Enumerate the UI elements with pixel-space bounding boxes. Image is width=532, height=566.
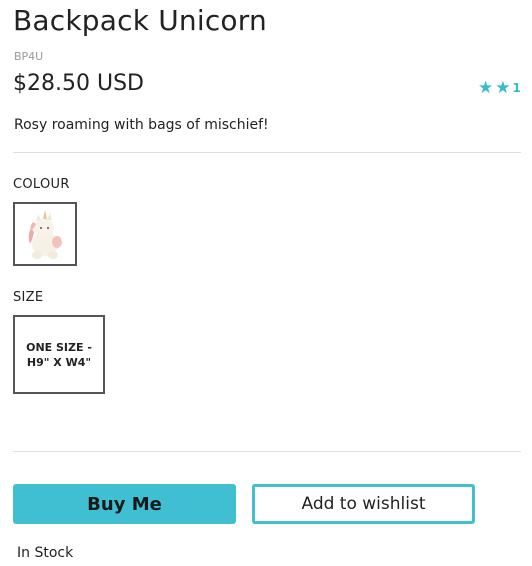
size-label: SIZE	[13, 290, 44, 305]
star-icon: ★	[495, 78, 511, 98]
colour-label: COLOUR	[13, 177, 70, 192]
product-price: $28.50 USD	[13, 71, 144, 96]
divider	[13, 152, 521, 153]
unicorn-plush-icon	[28, 210, 62, 259]
product-rating[interactable]: ★ ★ 1	[478, 78, 521, 98]
size-option-label: ONE SIZE - H9" X W4"	[26, 340, 92, 369]
size-option-button[interactable]: ONE SIZE - H9" X W4"	[13, 315, 105, 394]
product-sku: BP4U	[14, 50, 44, 63]
product-title: Backpack Unicorn	[13, 4, 267, 37]
product-description: Rosy roaming with bags of mischief!	[14, 117, 269, 133]
stock-status: In Stock	[17, 545, 74, 561]
divider	[13, 451, 521, 452]
colour-swatch[interactable]	[13, 202, 77, 266]
product-detail-page: Backpack Unicorn BP4U $28.50 USD ★ ★ 1 R…	[0, 0, 532, 566]
rating-count: 1	[512, 81, 521, 95]
buy-button[interactable]: Buy Me	[13, 484, 236, 524]
star-icon: ★	[478, 78, 494, 98]
add-to-wishlist-button[interactable]: Add to wishlist	[252, 484, 475, 524]
